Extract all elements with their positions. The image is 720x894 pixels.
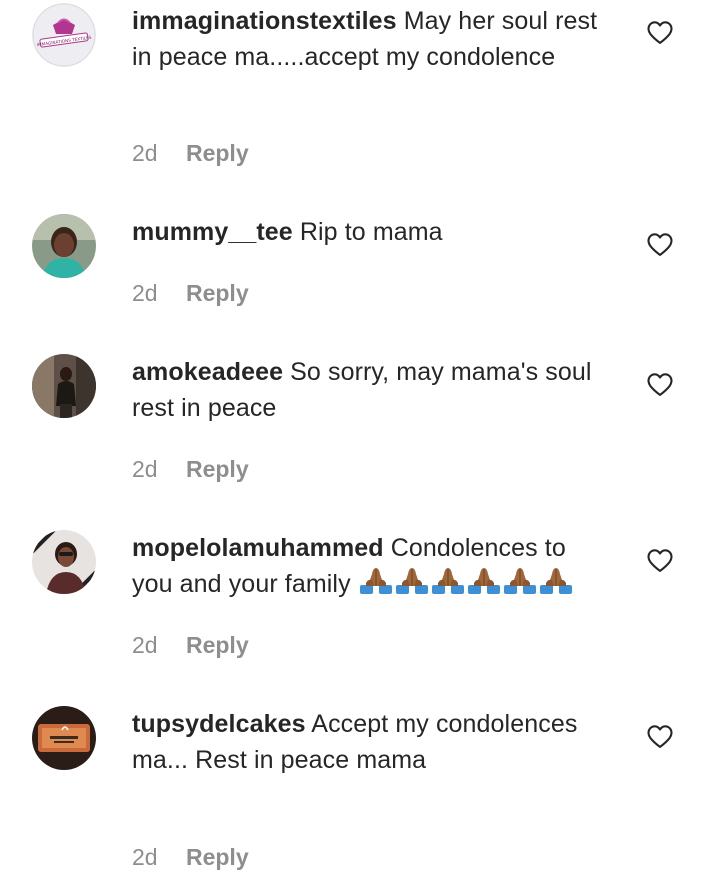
comment-text: amokeadeee So sorry, may mama's soul res… xyxy=(132,354,612,426)
folded-hands-emoji xyxy=(359,568,392,594)
reply-button[interactable]: Reply xyxy=(186,844,249,870)
avatar[interactable] xyxy=(32,354,96,418)
comment-meta: 2d Reply xyxy=(132,139,249,167)
reply-button[interactable]: Reply xyxy=(186,632,249,658)
folded-hands-emoji xyxy=(395,568,428,594)
heart-outline-icon[interactable] xyxy=(646,547,674,575)
folded-hands-emoji xyxy=(539,568,572,594)
comment-meta: 2d Reply xyxy=(132,631,249,659)
comment-username[interactable]: mummy__tee xyxy=(132,218,293,246)
reply-button[interactable]: Reply xyxy=(186,456,249,482)
comment-body: mummy__tee Rip to mama xyxy=(132,214,612,250)
folded-hands-emoji xyxy=(431,568,464,594)
comment-timestamp: 2d xyxy=(132,280,158,306)
comment-text: tupsydelcakes Accept my condolences ma..… xyxy=(132,706,612,778)
comment-meta: 2d Reply xyxy=(132,279,249,307)
heart-outline-icon[interactable] xyxy=(646,371,674,399)
comment-timestamp: 2d xyxy=(132,140,158,166)
comment-username[interactable]: mopelolamuhammed xyxy=(132,534,384,562)
comment-body: immaginationstextiles May her soul rest … xyxy=(132,3,612,75)
comment-body: mopelolamuhammed Condolences to you and … xyxy=(132,530,612,606)
comment-body: amokeadeee So sorry, may mama's soul res… xyxy=(132,354,612,426)
folded-hands-emoji xyxy=(503,568,536,594)
comment-text: mopelolamuhammed Condolences to you and … xyxy=(132,530,612,606)
heart-outline-icon[interactable] xyxy=(646,19,674,47)
heart-outline-icon[interactable] xyxy=(646,723,674,751)
comment-username[interactable]: tupsydelcakes xyxy=(132,710,306,738)
comment-meta: 2d Reply xyxy=(132,843,249,871)
comment-meta: 2d Reply xyxy=(132,455,249,483)
avatar[interactable] xyxy=(32,706,96,770)
heart-outline-icon[interactable] xyxy=(646,231,674,259)
avatar[interactable] xyxy=(32,530,96,594)
folded-hands-emoji xyxy=(467,568,500,594)
comment-text: immaginationstextiles May her soul rest … xyxy=(132,3,612,75)
comment-username[interactable]: amokeadeee xyxy=(132,358,283,386)
comment-message: Rip to mama xyxy=(299,218,443,246)
comment-timestamp: 2d xyxy=(132,632,158,658)
reply-button[interactable]: Reply xyxy=(186,280,249,306)
avatar[interactable] xyxy=(32,214,96,278)
reply-button[interactable]: Reply xyxy=(186,140,249,166)
comment-timestamp: 2d xyxy=(132,844,158,870)
comment-body: tupsydelcakes Accept my condolences ma..… xyxy=(132,706,612,778)
comment-text: mummy__tee Rip to mama xyxy=(132,214,612,250)
comment-username[interactable]: immaginationstextiles xyxy=(132,7,397,35)
emoji-row xyxy=(358,566,574,606)
comment-timestamp: 2d xyxy=(132,456,158,482)
avatar[interactable]: IMMAGINATIONS TEXTILES xyxy=(32,3,96,67)
